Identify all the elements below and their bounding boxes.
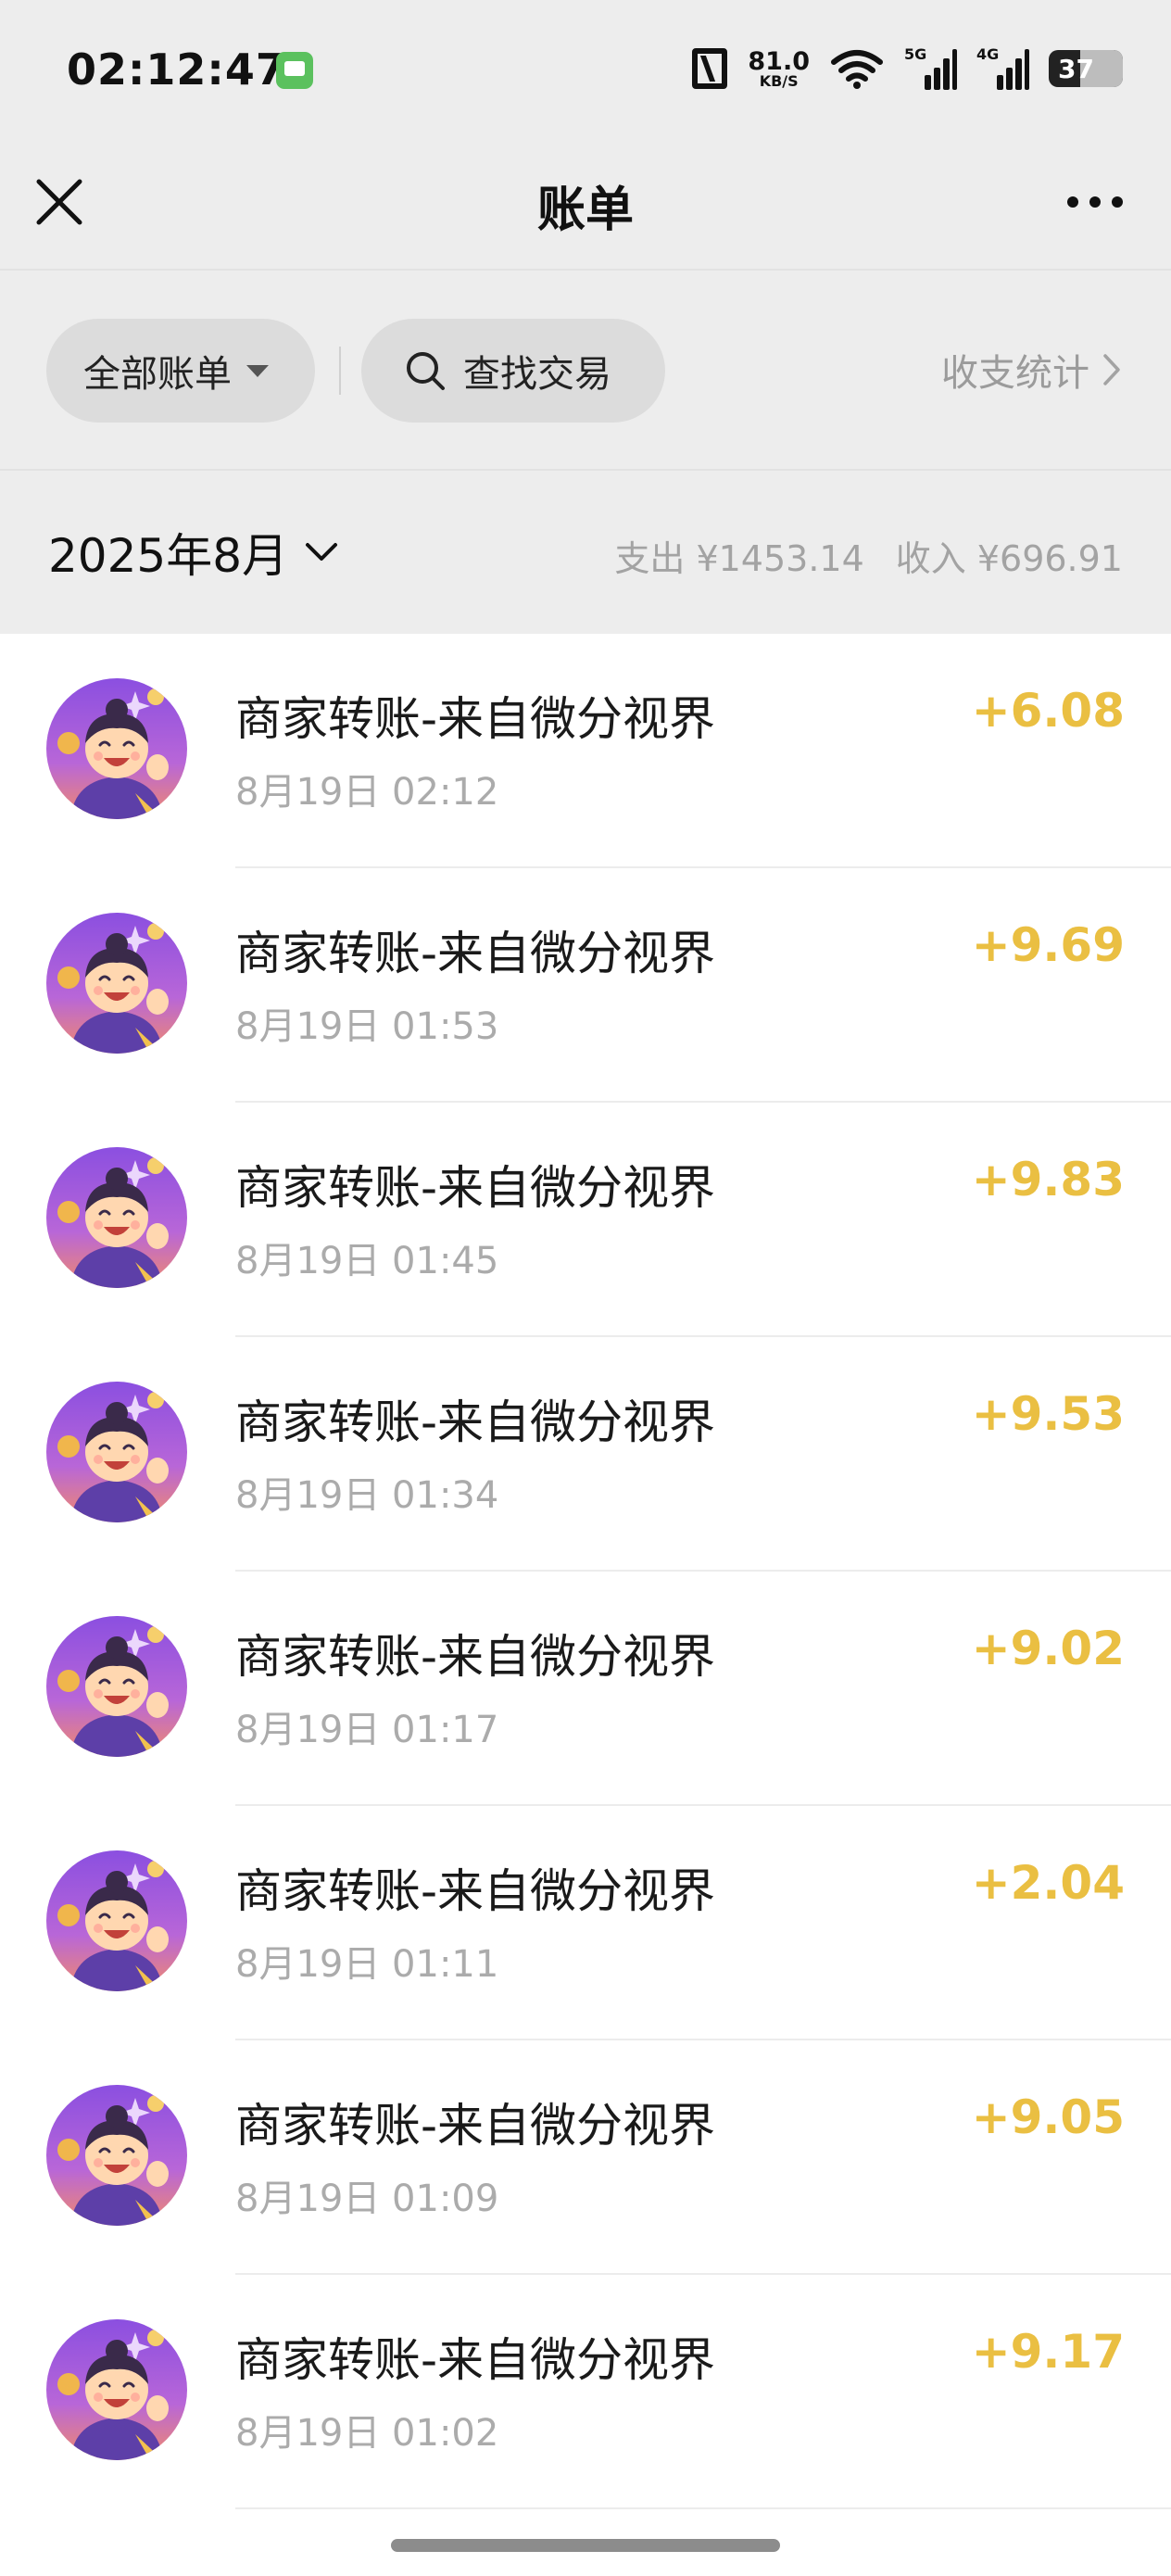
nfc-icon (692, 48, 728, 89)
transaction-time: 8月19日 02:12 (235, 771, 499, 814)
transaction-title: 商家转账-来自微分视界 (235, 1395, 716, 1449)
transaction-amount: +9.69 (971, 918, 1125, 972)
transaction-time: 8月19日 01:34 (235, 1474, 499, 1517)
cartoon-character-avatar-icon (46, 1382, 187, 1522)
month-income: 收入 ¥696.91 (895, 538, 1123, 579)
battery-level: 37 (1058, 53, 1094, 84)
signal-5g-label: 5G (904, 45, 927, 63)
network-speed-unit: KB/S (759, 71, 799, 90)
signal-5g-icon: 5G (904, 45, 957, 90)
more-icon[interactable] (1065, 183, 1125, 221)
transaction-title: 商家转账-来自微分视界 (235, 2099, 716, 2153)
transaction-row[interactable]: 商家转账-来自微分视界 8月19日 02:12 +6.08 (0, 634, 1171, 868)
cartoon-character-avatar-icon (46, 1850, 187, 1991)
income-expense-stats-link[interactable]: 收支统计 (941, 343, 1121, 397)
transaction-title: 商家转账-来自微分视界 (235, 692, 716, 746)
transaction-title: 商家转账-来自微分视界 (235, 927, 716, 980)
transaction-amount: +6.08 (971, 684, 1125, 738)
signal-4g-icon: 4G (976, 45, 1029, 90)
cartoon-character-avatar-icon (46, 678, 187, 819)
transaction-row[interactable]: 商家转账-来自微分视界 8月19日 01:17 +9.02 (0, 1572, 1171, 1806)
transaction-amount: +9.17 (971, 2325, 1125, 2379)
status-bar: 02:12:47 81.0 KB/S 5G 4G 37 (0, 0, 1171, 139)
chevron-down-icon (306, 543, 338, 561)
transaction-title: 商家转账-来自微分视界 (235, 2333, 716, 2387)
search-label: 查找交易 (463, 353, 611, 396)
transaction-title: 商家转账-来自微分视界 (235, 1630, 716, 1684)
transaction-amount: +9.53 (971, 1387, 1125, 1441)
divider (339, 347, 341, 395)
network-speed: 81.0 KB/S (748, 49, 810, 89)
home-indicator[interactable] (391, 2539, 780, 2552)
merchant-avatar (46, 1147, 187, 1288)
month-header: 2025年8月 支出 ¥1453.14 收入 ¥696.91 (0, 471, 1171, 634)
cartoon-character-avatar-icon (46, 1147, 187, 1288)
transaction-row[interactable]: 商家转账-来自微分视界 8月19日 01:34 +9.53 (0, 1337, 1171, 1572)
transaction-time: 8月19日 01:17 (235, 1709, 499, 1751)
month-label: 2025年8月 (48, 529, 289, 583)
transaction-row[interactable]: 商家转账-来自微分视界 8月19日 01:11 +2.04 (0, 1806, 1171, 2040)
caret-down-icon (246, 364, 269, 377)
stats-label: 收支统计 (941, 352, 1089, 395)
chevron-right-icon (1103, 354, 1120, 385)
cartoon-character-avatar-icon (46, 913, 187, 1054)
search-icon (407, 352, 445, 390)
search-transactions-button[interactable]: 查找交易 (361, 319, 665, 423)
merchant-avatar (46, 678, 187, 819)
month-expense: 支出 ¥1453.14 (614, 538, 864, 579)
network-speed-value: 81.0 (748, 46, 810, 76)
nav-bar: 账单 (0, 139, 1171, 271)
status-icons: 81.0 KB/S 5G 4G 37 (692, 41, 1123, 96)
transaction-row[interactable]: 商家转账-来自微分视界 8月19日 01:45 +9.83 (0, 1103, 1171, 1337)
month-summary: 支出 ¥1453.14 收入 ¥696.91 (614, 530, 1123, 581)
cartoon-character-avatar-icon (46, 1616, 187, 1757)
transaction-time: 8月19日 01:09 (235, 2178, 499, 2220)
status-time: 02:12:47 (67, 44, 286, 95)
transaction-list: 商家转账-来自微分视界 8月19日 02:12 +6.08 商家转账-来自微分视… (0, 634, 1171, 2576)
transaction-time: 8月19日 01:11 (235, 1943, 499, 1986)
transaction-amount: +9.83 (971, 1153, 1125, 1206)
transaction-time: 8月19日 01:45 (235, 1240, 499, 1282)
all-bills-dropdown[interactable]: 全部账单 (46, 319, 315, 423)
transaction-row[interactable]: 商家转账-来自微分视界 8月19日 01:09 +9.05 (0, 2040, 1171, 2275)
cartoon-character-avatar-icon (46, 2319, 187, 2460)
wifi-icon (831, 50, 883, 89)
all-bills-label: 全部账单 (83, 353, 232, 396)
transaction-amount: +9.05 (971, 2090, 1125, 2144)
merchant-avatar (46, 2319, 187, 2460)
transaction-title: 商家转账-来自微分视界 (235, 1161, 716, 1215)
merchant-avatar (46, 1850, 187, 1991)
merchant-avatar (46, 1616, 187, 1757)
merchant-avatar (46, 913, 187, 1054)
signal-4g-label: 4G (976, 45, 1000, 63)
message-app-icon (276, 52, 313, 89)
battery-icon: 37 (1049, 50, 1123, 87)
cartoon-character-avatar-icon (46, 2085, 187, 2226)
transaction-title: 商家转账-来自微分视界 (235, 1864, 716, 1918)
transaction-amount: +9.02 (971, 1622, 1125, 1675)
merchant-avatar (46, 2085, 187, 2226)
merchant-avatar (46, 1382, 187, 1522)
transaction-row[interactable]: 商家转账-来自微分视界 8月19日 01:53 +9.69 (0, 868, 1171, 1103)
filter-bar: 全部账单 查找交易 收支统计 (0, 271, 1171, 471)
month-selector[interactable]: 2025年8月 (48, 519, 338, 586)
page-title: 账单 (536, 183, 634, 238)
transaction-time: 8月19日 01:53 (235, 1005, 499, 1048)
transaction-row[interactable]: 商家转账-来自微分视界 8月19日 01:02 +9.17 (0, 2275, 1171, 2509)
transaction-time: 8月19日 01:02 (235, 2412, 499, 2455)
row-divider (235, 2507, 1171, 2509)
transaction-amount: +2.04 (971, 1856, 1125, 1910)
